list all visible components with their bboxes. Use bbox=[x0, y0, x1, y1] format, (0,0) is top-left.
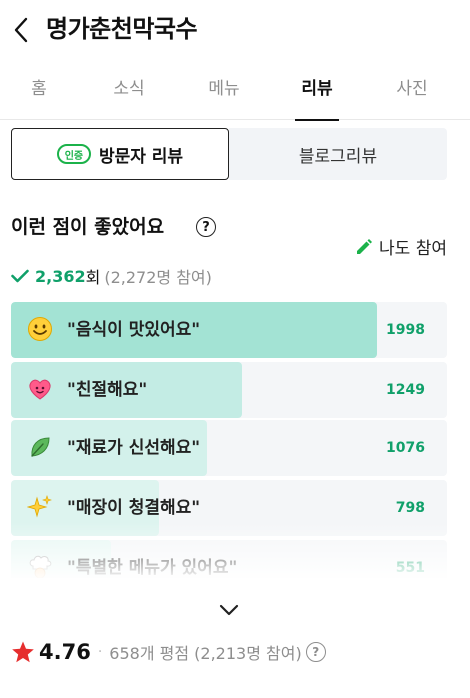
keyword-label: "특별한 메뉴가 있어요" bbox=[67, 558, 238, 578]
chevron-down-icon bbox=[219, 604, 239, 616]
keyword-row[interactable]: "특별한 메뉴가 있어요" 551 bbox=[11, 540, 447, 578]
total-unit: 회 bbox=[85, 268, 101, 287]
keyword-count: 1249 bbox=[386, 382, 425, 398]
visitor-review-button[interactable]: 인증 방문자 리뷰 bbox=[11, 128, 229, 180]
chevron-left-icon bbox=[14, 17, 28, 43]
keyword-count: 1998 bbox=[386, 322, 425, 338]
tab-home[interactable]: 홈 bbox=[22, 64, 56, 120]
page-title: 명가춘천막국수 bbox=[46, 15, 198, 43]
tab-bar: 홈 소식 메뉴 리뷰 사진 bbox=[0, 64, 470, 121]
sparkles-icon bbox=[27, 495, 52, 518]
pencil-icon bbox=[357, 238, 373, 254]
expand-keywords-button[interactable] bbox=[215, 598, 243, 622]
keyword-label: "음식이 맛있어요" bbox=[67, 320, 201, 340]
question-circle-icon[interactable]: ? bbox=[196, 217, 216, 237]
leaf-icon bbox=[31, 437, 50, 457]
header: 명가춘천막국수 bbox=[0, 0, 470, 60]
keyword-stats: 2,362 회 (2,272명 참여) bbox=[11, 264, 212, 288]
keyword-label: "친절해요" bbox=[67, 380, 148, 400]
heart-face-icon bbox=[29, 379, 51, 400]
tab-news[interactable]: 소식 bbox=[106, 64, 152, 120]
keyword-count: 798 bbox=[395, 500, 425, 516]
keyword-row[interactable]: "음식이 맛있어요" 1998 bbox=[11, 302, 447, 358]
total-count: 2,362 bbox=[35, 266, 86, 286]
keyword-list: "음식이 맛있어요" 1998 "친절해요" 1249 "재료가 신선해요" 1… bbox=[11, 302, 447, 578]
separator-dot: · bbox=[97, 644, 103, 660]
verified-badge: 인증 bbox=[56, 144, 91, 164]
visitor-review-label: 방문자 리뷰 bbox=[98, 146, 184, 167]
question-circle-icon[interactable]: ? bbox=[305, 642, 326, 662]
tab-photos[interactable]: 사진 bbox=[389, 64, 435, 120]
rating-value: 4.76 bbox=[39, 640, 91, 664]
keyword-count: 551 bbox=[395, 560, 425, 576]
section-title: 이런 점이 좋았어요 bbox=[11, 216, 165, 238]
join-review-button[interactable]: 나도 참여 bbox=[355, 234, 447, 259]
participant-count: (2,272명 참여) bbox=[104, 268, 212, 287]
keyword-label: "재료가 신선해요" bbox=[67, 438, 201, 458]
rating-summary: 4.76 · 658개 평점 (2,213명 참여) ? bbox=[11, 638, 326, 666]
blog-review-button[interactable]: 블로그리뷰 bbox=[229, 128, 447, 180]
keyword-row[interactable]: "친절해요" 1249 bbox=[11, 362, 447, 418]
blog-review-label: 블로그리뷰 bbox=[298, 146, 378, 167]
back-button[interactable] bbox=[6, 14, 36, 46]
keyword-row[interactable]: "매장이 청결해요" 798 bbox=[11, 480, 447, 536]
review-type-toggle: 인증 방문자 리뷰 블로그리뷰 bbox=[11, 128, 447, 180]
rating-count: 658개 평점 (2,213명 참여) bbox=[109, 644, 302, 663]
chef-icon bbox=[29, 555, 52, 578]
check-icon bbox=[11, 269, 29, 283]
tab-menu[interactable]: 메뉴 bbox=[201, 64, 247, 120]
keyword-count: 1076 bbox=[386, 440, 425, 456]
tab-reviews[interactable]: 리뷰 bbox=[295, 64, 339, 121]
keyword-row[interactable]: "재료가 신선해요" 1076 bbox=[11, 420, 447, 476]
smiling-face-icon bbox=[28, 317, 52, 341]
join-review-label: 나도 참여 bbox=[379, 239, 447, 259]
keyword-label: "매장이 청결해요" bbox=[67, 498, 201, 518]
star-icon bbox=[11, 640, 35, 664]
